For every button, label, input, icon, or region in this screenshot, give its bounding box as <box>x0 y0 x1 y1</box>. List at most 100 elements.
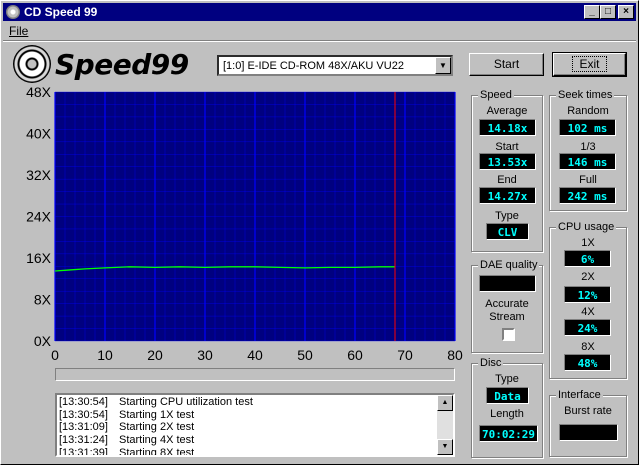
cpu-8x-label: 8X <box>581 341 595 353</box>
length-value: 70:02:29 <box>479 425 538 442</box>
x-tick-label: 0 <box>51 347 59 363</box>
x-tick-label: 50 <box>297 347 313 363</box>
app-logo: Speed99 <box>13 45 203 83</box>
y-tick-label: 40X <box>26 126 52 142</box>
disc-group-title: Disc <box>478 357 504 369</box>
title-bar[interactable]: CD Speed 99 _ □ × <box>3 3 636 21</box>
scroll-down-icon[interactable]: ▼ <box>437 439 453 455</box>
disc-group: Disc Type Data Length 70:02:29 <box>471 357 543 458</box>
menu-file[interactable]: File <box>9 24 28 38</box>
menu-separator <box>3 40 636 42</box>
log-message: Starting 4X test <box>119 434 195 447</box>
drive-select[interactable]: [1:0] E-IDE CD-ROM 48X/AKU VU22 ▼ <box>217 55 453 76</box>
average-label: Average <box>486 105 528 117</box>
y-tick-label: 0X <box>34 333 52 349</box>
cpu-4x-value: 24% <box>564 319 611 336</box>
speed-type-value: CLV <box>486 223 529 240</box>
log-scrollbar[interactable]: ▲ ▼ <box>437 395 453 455</box>
log-message: Starting 1X test <box>119 408 195 421</box>
burst-rate-value <box>559 424 618 441</box>
log-row: [13:31:09] Starting 2X test <box>59 421 253 434</box>
y-tick-label: 16X <box>26 250 52 266</box>
log-time: [13:30:54] <box>59 396 108 408</box>
y-tick-label: 48X <box>26 87 52 100</box>
start-button[interactable]: Start <box>469 53 544 76</box>
exit-button-label: Exit <box>572 56 607 72</box>
log-row: [13:30:54] Starting 1X test <box>59 409 253 422</box>
accurate-stream-checkbox[interactable] <box>502 328 515 341</box>
cpu-4x-label: 4X <box>581 306 595 318</box>
exit-button[interactable]: Exit <box>552 52 627 77</box>
log-row: [13:30:54] Starting CPU utilization test <box>59 396 253 409</box>
close-button[interactable]: × <box>618 5 634 19</box>
burst-rate-label: Burst rate <box>564 405 612 417</box>
x-tick-label: 40 <box>247 347 263 363</box>
disc-type-label: Type <box>495 373 519 385</box>
speed-group-title: Speed <box>478 89 514 101</box>
dae-group-title: DAE quality <box>478 259 540 271</box>
log-time: [13:30:54] <box>59 408 108 421</box>
dae-group: DAE quality Accurate Stream <box>471 259 543 353</box>
log-list[interactable]: [13:30:54] Starting CPU utilization test[… <box>55 393 455 457</box>
full-label: Full <box>579 174 597 186</box>
menu-bar: File <box>3 22 636 40</box>
cpu-1x-label: 1X <box>581 237 595 249</box>
cd-disc-icon <box>13 45 51 83</box>
scroll-up-icon[interactable]: ▲ <box>437 395 453 411</box>
interface-group: Interface Burst rate <box>549 389 627 457</box>
full-value: 242 ms <box>559 187 616 204</box>
cpu-2x-label: 2X <box>581 271 595 283</box>
cpu-2x-value: 12% <box>564 286 611 303</box>
end-label: End <box>497 174 517 186</box>
drive-select-value: [1:0] E-IDE CD-ROM 48X/AKU VU22 <box>223 59 404 72</box>
logo-text: Speed99 <box>55 47 189 81</box>
minimize-button[interactable]: _ <box>584 5 600 19</box>
accurate-label: Accurate <box>485 298 529 310</box>
log-row: [13:31:39] Starting 8X test <box>59 446 253 457</box>
y-tick-label: 24X <box>26 209 52 225</box>
log-time: [13:31:39] <box>59 446 108 457</box>
length-label: Length <box>490 408 524 420</box>
seek-group-title: Seek times <box>556 89 615 101</box>
cpu-group-title: CPU usage <box>556 221 617 233</box>
maximize-button[interactable]: □ <box>600 5 616 19</box>
log-rows: [13:30:54] Starting CPU utilization test[… <box>59 396 253 457</box>
disc-type-value: Data <box>486 387 529 404</box>
start-value: 13.53x <box>479 153 536 170</box>
cd-icon <box>6 5 20 19</box>
cpu-1x-value: 6% <box>564 250 611 267</box>
x-tick-label: 60 <box>347 347 363 363</box>
speed-group: Speed Average 14.18x Start 13.53x End 14… <box>471 89 543 252</box>
log-row: [13:31:24] Starting 4X test <box>59 434 253 447</box>
third-value: 146 ms <box>559 153 616 170</box>
cpu-8x-value: 48% <box>564 354 611 371</box>
random-value: 102 ms <box>559 119 616 136</box>
app-window: CD Speed 99 _ □ × File Speed99 [1:0] E-I… <box>0 0 639 465</box>
dae-quality-value <box>479 275 536 292</box>
y-tick-label: 32X <box>26 167 52 183</box>
cpu-group: CPU usage 1X 6% 2X 12% 4X 24% 8X 48% <box>549 221 627 379</box>
x-tick-label: 20 <box>147 347 163 363</box>
third-label: 1/3 <box>580 141 596 153</box>
random-label: Random <box>567 105 609 117</box>
log-message: Starting 8X test <box>119 446 195 457</box>
progress-bar <box>55 368 455 381</box>
log-time: [13:31:09] <box>59 421 108 434</box>
seek-group: Seek times Random 102 ms 1/3 146 ms Full… <box>549 89 627 211</box>
type-label: Type <box>495 210 519 222</box>
x-tick-label: 30 <box>197 347 213 363</box>
chevron-down-icon[interactable]: ▼ <box>435 57 451 74</box>
start-label: Start <box>495 141 519 153</box>
x-tick-label: 10 <box>97 347 113 363</box>
window-title: CD Speed 99 <box>24 5 98 19</box>
log-message: Starting CPU utilization test <box>119 396 253 408</box>
average-value: 14.18x <box>479 119 536 136</box>
log-message: Starting 2X test <box>119 421 195 434</box>
interface-group-title: Interface <box>556 389 603 401</box>
end-value: 14.27x <box>479 187 536 204</box>
x-tick-label: 70 <box>397 347 413 363</box>
speed-chart: 0X 8X 16X 24X 32X 40X 48X 0 10 20 30 40 50 60 70 80 <box>26 87 463 363</box>
log-time: [13:31:24] <box>59 434 108 447</box>
stream-label: Stream <box>489 311 525 323</box>
x-tick-label: 80 <box>447 347 463 363</box>
